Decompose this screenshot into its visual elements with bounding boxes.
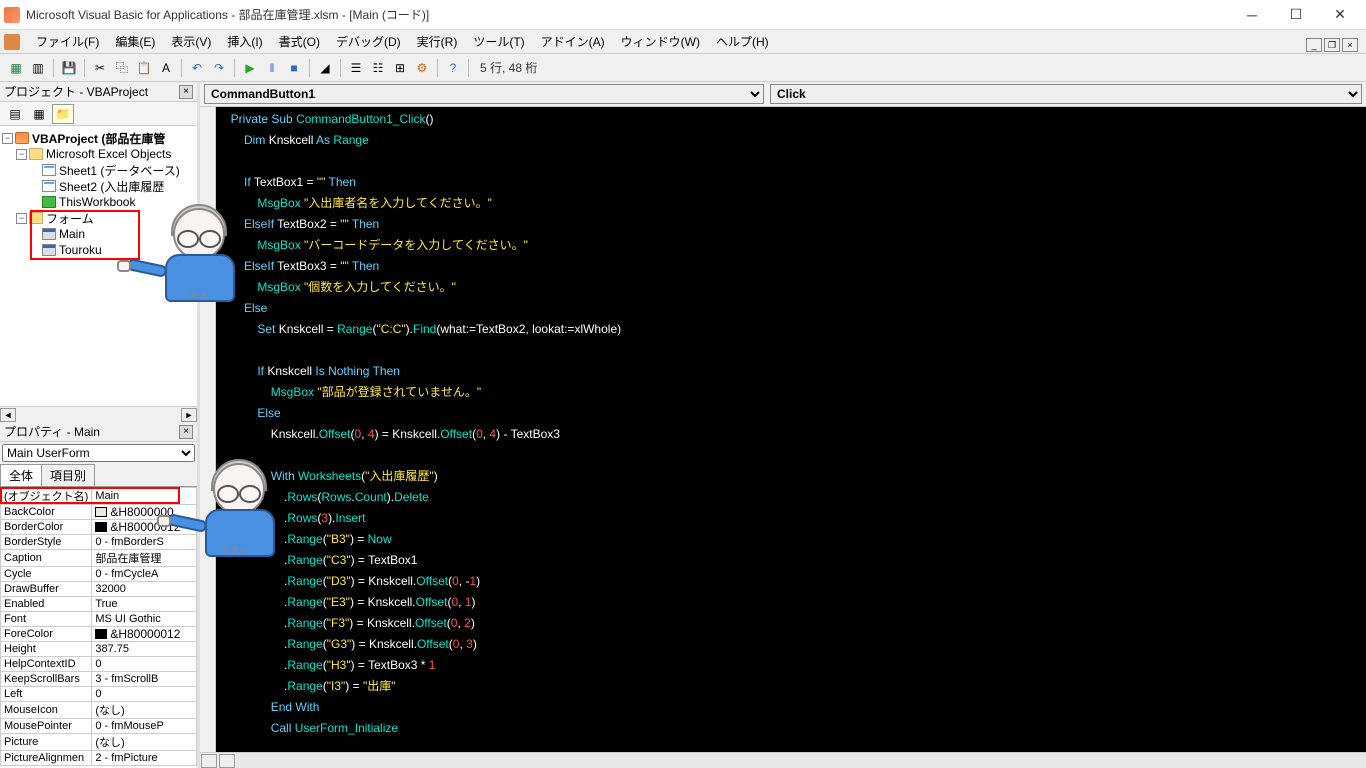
project-icon <box>15 132 29 144</box>
menubar: ファイル(F) 編集(E) 表示(V) 挿入(I) 書式(O) デバッグ(D) … <box>0 30 1366 54</box>
project-panel-toolbar: ▤ ▦ 📁 <box>0 102 197 126</box>
menu-format[interactable]: 書式(O) <box>271 31 328 52</box>
tree-sheet2[interactable]: Sheet2 (入出庫履歴 <box>59 178 164 195</box>
toolbar: ▦ ▥ 💾 ✂ ⿻ 📋 A ↶ ↷ ▶ ‖ ■ ◢ ☰ ☷ ⊞ ⚙ ? 5 行,… <box>0 54 1366 82</box>
redo-icon[interactable]: ↷ <box>209 58 229 78</box>
properties-panel-header: プロパティ - Main × <box>0 422 197 442</box>
properties-panel-title: プロパティ - Main <box>4 423 179 440</box>
tree-form-touroku[interactable]: Touroku <box>59 243 102 257</box>
vba-icon <box>4 34 20 50</box>
full-module-view-icon[interactable] <box>219 754 235 768</box>
tab-categorized[interactable]: 項目別 <box>41 464 95 486</box>
code-editor[interactable]: Private Sub CommandButton1_Click() Dim K… <box>216 107 1366 752</box>
workbook-icon <box>42 196 56 208</box>
project-panel-header: プロジェクト - VBAProject × <box>0 82 197 102</box>
menu-edit[interactable]: 編集(E) <box>107 31 163 52</box>
scroll-right-icon[interactable]: ► <box>181 408 197 422</box>
menu-debug[interactable]: デバッグ(D) <box>328 31 409 52</box>
object-combo[interactable]: CommandButton1 <box>204 84 764 104</box>
app-icon <box>4 7 20 23</box>
folder-icon <box>29 148 43 160</box>
code-hscroll[interactable] <box>200 752 1366 768</box>
tree-toggle-icon[interactable]: − <box>2 133 13 144</box>
mdi-close-button[interactable]: × <box>1342 38 1358 52</box>
break-icon[interactable]: ‖ <box>262 58 282 78</box>
maximize-button[interactable]: ☐ <box>1274 1 1318 29</box>
close-button[interactable]: ✕ <box>1318 1 1362 29</box>
userform-icon <box>42 244 56 256</box>
view-object-icon[interactable]: ▦ <box>28 104 50 124</box>
undo-icon[interactable]: ↶ <box>187 58 207 78</box>
copy-icon[interactable]: ⿻ <box>112 58 132 78</box>
worksheet-icon <box>42 164 56 176</box>
properties-tabs: 全体 項目別 <box>0 464 197 487</box>
insert-module-icon[interactable]: ▥ <box>28 58 48 78</box>
code-combo-row: CommandButton1 Click <box>200 82 1366 107</box>
view-code-icon[interactable]: ▤ <box>4 104 26 124</box>
tree-form-main[interactable]: Main <box>59 227 85 241</box>
procedure-view-icon[interactable] <box>201 754 217 768</box>
excel-icon[interactable]: ▦ <box>6 58 26 78</box>
cursor-position: 5 行, 48 桁 <box>480 59 537 76</box>
project-hscroll[interactable]: ◄ ► <box>0 406 197 422</box>
tree-objects-folder[interactable]: Microsoft Excel Objects <box>46 147 171 161</box>
toggle-folders-icon[interactable]: 📁 <box>52 104 74 124</box>
cut-icon[interactable]: ✂ <box>90 58 110 78</box>
menu-tools[interactable]: ツール(T) <box>465 31 532 52</box>
tree-forms-folder[interactable]: フォーム <box>46 210 94 227</box>
help-icon[interactable]: ? <box>443 58 463 78</box>
tree-toggle-icon[interactable]: − <box>16 213 27 224</box>
worksheet-icon <box>42 180 56 192</box>
tree-thisworkbook[interactable]: ThisWorkbook <box>59 195 135 209</box>
menu-addins[interactable]: アドイン(A) <box>533 31 613 52</box>
menu-file[interactable]: ファイル(F) <box>28 31 107 52</box>
menu-window[interactable]: ウィンドウ(W) <box>613 31 708 52</box>
properties-object-select[interactable]: Main UserForm <box>2 444 195 462</box>
userform-icon <box>42 228 56 240</box>
menu-run[interactable]: 実行(R) <box>409 31 466 52</box>
tree-toggle-icon[interactable]: − <box>16 149 27 160</box>
folder-icon <box>29 212 43 224</box>
tab-alphabetic[interactable]: 全体 <box>0 464 42 486</box>
reset-icon[interactable]: ■ <box>284 58 304 78</box>
scroll-left-icon[interactable]: ◄ <box>0 408 16 422</box>
menu-help[interactable]: ヘルプ(H) <box>708 31 777 52</box>
minimize-button[interactable]: ─ <box>1230 1 1274 29</box>
menu-view[interactable]: 表示(V) <box>163 31 219 52</box>
titlebar: Microsoft Visual Basic for Applications … <box>0 0 1366 30</box>
properties-grid[interactable]: (オブジェクト名)MainBackColor&H8000000BorderCol… <box>0 487 197 768</box>
save-icon[interactable]: 💾 <box>59 58 79 78</box>
project-tree[interactable]: −VBAProject (部品在庫管 −Microsoft Excel Obje… <box>0 126 197 406</box>
tree-project[interactable]: VBAProject (部品在庫管 <box>32 130 165 147</box>
object-browser-icon[interactable]: ⊞ <box>390 58 410 78</box>
properties-icon[interactable]: ☷ <box>368 58 388 78</box>
project-panel-title: プロジェクト - VBAProject <box>4 83 179 100</box>
run-icon[interactable]: ▶ <box>240 58 260 78</box>
project-explorer-icon[interactable]: ☰ <box>346 58 366 78</box>
mdi-minimize-button[interactable]: _ <box>1306 38 1322 52</box>
procedure-combo[interactable]: Click <box>770 84 1362 104</box>
tree-sheet1[interactable]: Sheet1 (データベース) <box>59 162 180 179</box>
design-mode-icon[interactable]: ◢ <box>315 58 335 78</box>
toolbox-icon[interactable]: ⚙ <box>412 58 432 78</box>
find-icon[interactable]: A <box>156 58 176 78</box>
window-title: Microsoft Visual Basic for Applications … <box>26 6 1230 23</box>
properties-panel-close-icon[interactable]: × <box>179 425 193 439</box>
project-panel-close-icon[interactable]: × <box>179 85 193 99</box>
menu-insert[interactable]: 挿入(I) <box>219 31 270 52</box>
paste-icon[interactable]: 📋 <box>134 58 154 78</box>
mdi-restore-button[interactable]: ❐ <box>1324 38 1340 52</box>
margin-indicator-bar[interactable] <box>200 107 216 752</box>
